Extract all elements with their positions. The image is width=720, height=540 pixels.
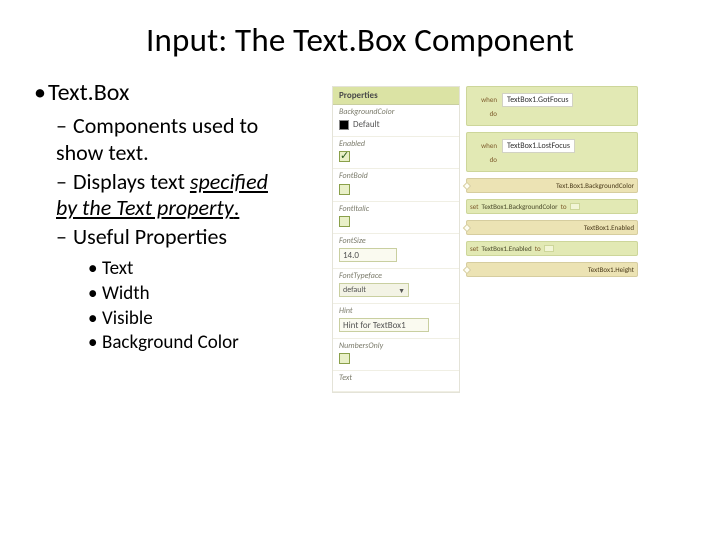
properties-header: Properties [333,87,459,105]
chevron-down-icon: ▼ [398,286,405,295]
bullet-lvl1-text: Text.Box [48,78,129,107]
bullet-sub-3: –Useful Properties [56,224,318,251]
fonttypeface-select[interactable]: default▼ [339,283,409,297]
getter-block-bgcolor[interactable]: Text.Box1.BackgroundColor [466,178,638,193]
text-column: •Text.Box –Components used to show text.… [28,78,318,393]
setter-block-enabled[interactable]: set TextBox1.Enabled to [466,241,638,256]
slot-icon [570,203,580,210]
block-notch-icon [463,223,471,231]
getter-block-enabled[interactable]: TextBox1.Enabled [466,220,638,235]
prop-fonttypeface: FontTypeface default▼ [333,269,459,304]
bullet-sub-1: –Components used to show text. [56,113,318,167]
bullet-lvl1: •Text.Box [34,78,318,107]
prop-fontsize: FontSize 14.0 [333,234,459,269]
prop-item: •Background Color [88,331,318,356]
fontbold-checkbox[interactable] [339,184,350,195]
prop-fontitalic: FontItalic [333,202,459,234]
getter-block-height[interactable]: TextBox1.Height [466,262,638,277]
fontsize-input[interactable]: 14.0 [339,248,397,262]
event-block-lostfocus[interactable]: whenTextBox1.LostFocus do [466,132,638,172]
slot-icon [544,245,554,252]
block-notch-icon [463,265,471,273]
prop-item: •Visible [88,307,318,332]
prop-numbersonly: NumbersOnly [333,339,459,371]
slide-title: Input: The Text.Box Component [28,20,692,60]
block-notch-icon [463,181,471,189]
hint-input[interactable]: Hint for TextBox1 [339,318,429,332]
numbersonly-checkbox[interactable] [339,353,350,364]
prop-bgcolor: BackgroundColor Default [333,105,459,137]
prop-text: Text [333,371,459,392]
prop-item: •Width [88,282,318,307]
fontitalic-checkbox[interactable] [339,216,350,227]
bullet-sub-2: –Displays text specified by the Text pro… [56,169,318,223]
prop-hint: Hint Hint for TextBox1 [333,304,459,339]
prop-fontbold: FontBold [333,169,459,201]
event-block-gotfocus[interactable]: whenTextBox1.GotFocus do [466,86,638,126]
blocks-panel: whenTextBox1.GotFocus do whenTextBox1.Lo… [466,86,638,393]
color-swatch-icon[interactable] [339,120,349,130]
prop-enabled: Enabled [333,137,459,169]
enabled-checkbox[interactable] [339,151,350,162]
setter-block-bgcolor[interactable]: set TextBox1.BackgroundColor to [466,199,638,214]
prop-item: •Text [88,257,318,282]
properties-panel: Properties BackgroundColor Default Enabl… [332,86,460,393]
